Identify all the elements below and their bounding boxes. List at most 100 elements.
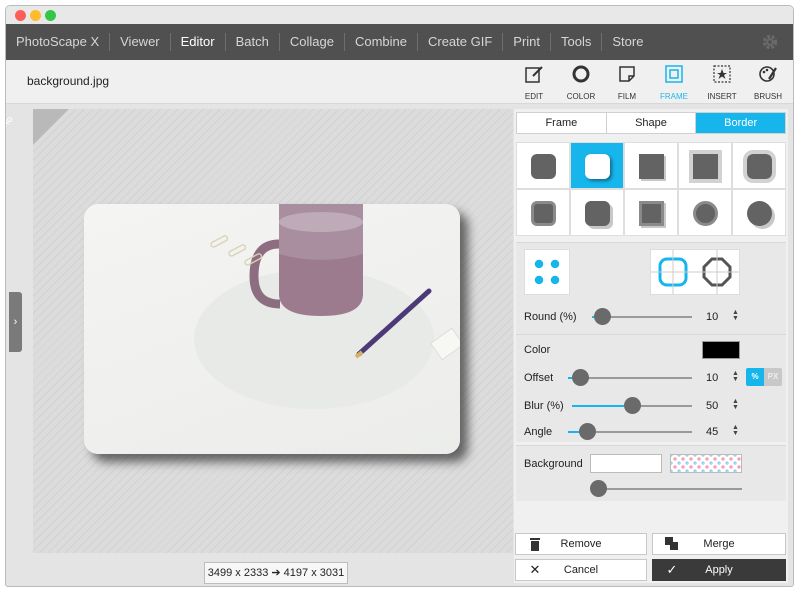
apply-button-label: Apply xyxy=(705,564,733,576)
remove-button-label: Remove xyxy=(560,538,602,550)
file-name: background.jpg xyxy=(27,74,110,88)
border-style-option[interactable] xyxy=(570,142,624,189)
brush-icon xyxy=(759,66,777,82)
round-label: Round (%) xyxy=(524,311,577,323)
tool-frame[interactable]: FRAME xyxy=(654,64,694,101)
background-slider-knob[interactable] xyxy=(590,480,607,497)
background-opacity-slider[interactable] xyxy=(590,480,742,497)
unit-percent-button[interactable]: % xyxy=(746,368,764,386)
border-style-option[interactable] xyxy=(516,189,570,236)
offset-slider[interactable] xyxy=(568,369,692,386)
film-icon xyxy=(619,66,635,82)
round-slider[interactable] xyxy=(592,308,692,325)
insert-icon xyxy=(713,65,731,83)
photo-image xyxy=(194,204,460,409)
round-slider-knob[interactable] xyxy=(594,308,611,325)
offset-value[interactable]: 10 xyxy=(706,372,718,384)
angle-slider[interactable] xyxy=(568,423,692,440)
border-style-option[interactable] xyxy=(624,142,678,189)
shadow-color-swatch[interactable] xyxy=(702,341,740,359)
tool-brush-label: BRUSH xyxy=(753,92,782,101)
border-style-option[interactable] xyxy=(516,142,570,189)
border-panel: Frame Shape Border Round (%) 10 ▲ ▼ Colo… xyxy=(514,109,788,583)
tool-insert-label: INSERT xyxy=(707,92,737,101)
border-style-option[interactable] xyxy=(624,189,678,236)
offset-stepper[interactable]: ▲ ▼ xyxy=(732,370,739,383)
shadow-section: Color Offset 10 ▲ ▼ % PX Blur (%) 50 ▲ ▼ A… xyxy=(516,334,786,442)
tab-viewer[interactable]: Viewer xyxy=(110,24,170,60)
unit-px-button[interactable]: PX xyxy=(764,368,782,386)
sidebar-toggle[interactable]: › xyxy=(9,292,22,352)
gear-icon[interactable] xyxy=(761,33,779,51)
tab-collage[interactable]: Collage xyxy=(280,24,344,60)
tab-tools[interactable]: Tools xyxy=(551,24,601,60)
blur-slider-knob[interactable] xyxy=(624,397,641,414)
edit-icon xyxy=(525,66,543,83)
chevron-right-icon: › xyxy=(13,316,18,328)
tool-color[interactable]: COLOR xyxy=(561,64,601,101)
photo-preview xyxy=(84,204,460,454)
corner-points-option[interactable] xyxy=(524,249,570,295)
border-style-option[interactable] xyxy=(678,142,732,189)
zoom-window-button[interactable] xyxy=(45,10,56,21)
shadow-color-label: Color xyxy=(524,344,551,356)
merge-button[interactable]: Merge xyxy=(652,533,786,555)
image-canvas[interactable]: PRO xyxy=(6,109,513,553)
close-window-button[interactable] xyxy=(15,10,26,21)
trash-icon xyxy=(530,538,540,551)
border-style-option[interactable] xyxy=(570,189,624,236)
offset-slider-knob[interactable] xyxy=(572,369,590,386)
tool-insert[interactable]: INSERT xyxy=(702,64,742,101)
background-pattern-swatch[interactable] xyxy=(670,454,742,473)
background-label: Background xyxy=(524,458,583,470)
tab-create-gif[interactable]: Create GIF xyxy=(418,24,502,60)
angle-value[interactable]: 45 xyxy=(706,426,718,438)
tool-brush[interactable]: BRUSH xyxy=(748,64,788,101)
checkmark-icon: ✓ xyxy=(666,562,678,577)
border-style-option[interactable] xyxy=(732,189,786,236)
border-style-grid xyxy=(516,142,786,236)
tool-frame-label: FRAME xyxy=(660,92,688,101)
frame-mode-tabs: Frame Shape Border xyxy=(516,112,786,134)
cancel-button[interactable]: ✕ Cancel xyxy=(515,559,647,581)
title-bar xyxy=(6,6,793,24)
tab-photoscape-x[interactable]: PhotoScape X xyxy=(6,24,109,60)
tab-shape[interactable]: Shape xyxy=(607,113,697,133)
angle-stepper[interactable]: ▲ ▼ xyxy=(732,424,739,437)
background-color-swatch[interactable] xyxy=(590,454,662,473)
blur-value[interactable]: 50 xyxy=(706,400,718,412)
angle-label: Angle xyxy=(524,426,553,438)
tool-edit-label: EDIT xyxy=(524,92,544,101)
tool-edit[interactable]: EDIT xyxy=(514,64,554,101)
rounded-corner-icon[interactable] xyxy=(651,250,695,294)
blur-slider[interactable] xyxy=(572,397,692,414)
tool-color-label: COLOR xyxy=(566,92,596,101)
apply-button[interactable]: ✓ Apply xyxy=(652,559,786,581)
tab-batch[interactable]: Batch xyxy=(226,24,279,60)
round-stepper[interactable]: ▲ ▼ xyxy=(732,309,739,322)
border-style-option[interactable] xyxy=(678,189,732,236)
tab-editor[interactable]: Editor xyxy=(171,24,225,60)
tab-border[interactable]: Border xyxy=(696,113,786,133)
tool-film[interactable]: FILM xyxy=(607,64,647,101)
border-style-option[interactable] xyxy=(732,142,786,189)
tab-print[interactable]: Print xyxy=(503,24,550,60)
round-value[interactable]: 10 xyxy=(706,311,718,323)
offset-unit-toggle: % PX xyxy=(746,368,782,386)
minimize-window-button[interactable] xyxy=(30,10,41,21)
frame-icon xyxy=(665,65,683,83)
bevel-corner-icon[interactable] xyxy=(695,250,739,294)
remove-button[interactable]: Remove xyxy=(515,533,647,555)
corner-section: Round (%) 10 ▲ ▼ xyxy=(516,242,786,334)
merge-button-label: Merge xyxy=(703,538,735,550)
corner-type-options xyxy=(650,249,740,295)
main-nav: PhotoScape X Viewer Editor Batch Collage… xyxy=(6,24,793,60)
blur-stepper[interactable]: ▲ ▼ xyxy=(732,398,739,411)
app-window: PhotoScape X Viewer Editor Batch Collage… xyxy=(5,5,794,587)
tab-store[interactable]: Store xyxy=(602,24,653,60)
editor-toolbar: background.jpg EDIT COLOR FILM FRAME INS… xyxy=(6,60,793,104)
tab-frame[interactable]: Frame xyxy=(517,113,607,133)
tab-combine[interactable]: Combine xyxy=(345,24,417,60)
angle-slider-knob[interactable] xyxy=(578,423,596,440)
blur-label: Blur (%) xyxy=(524,400,564,412)
